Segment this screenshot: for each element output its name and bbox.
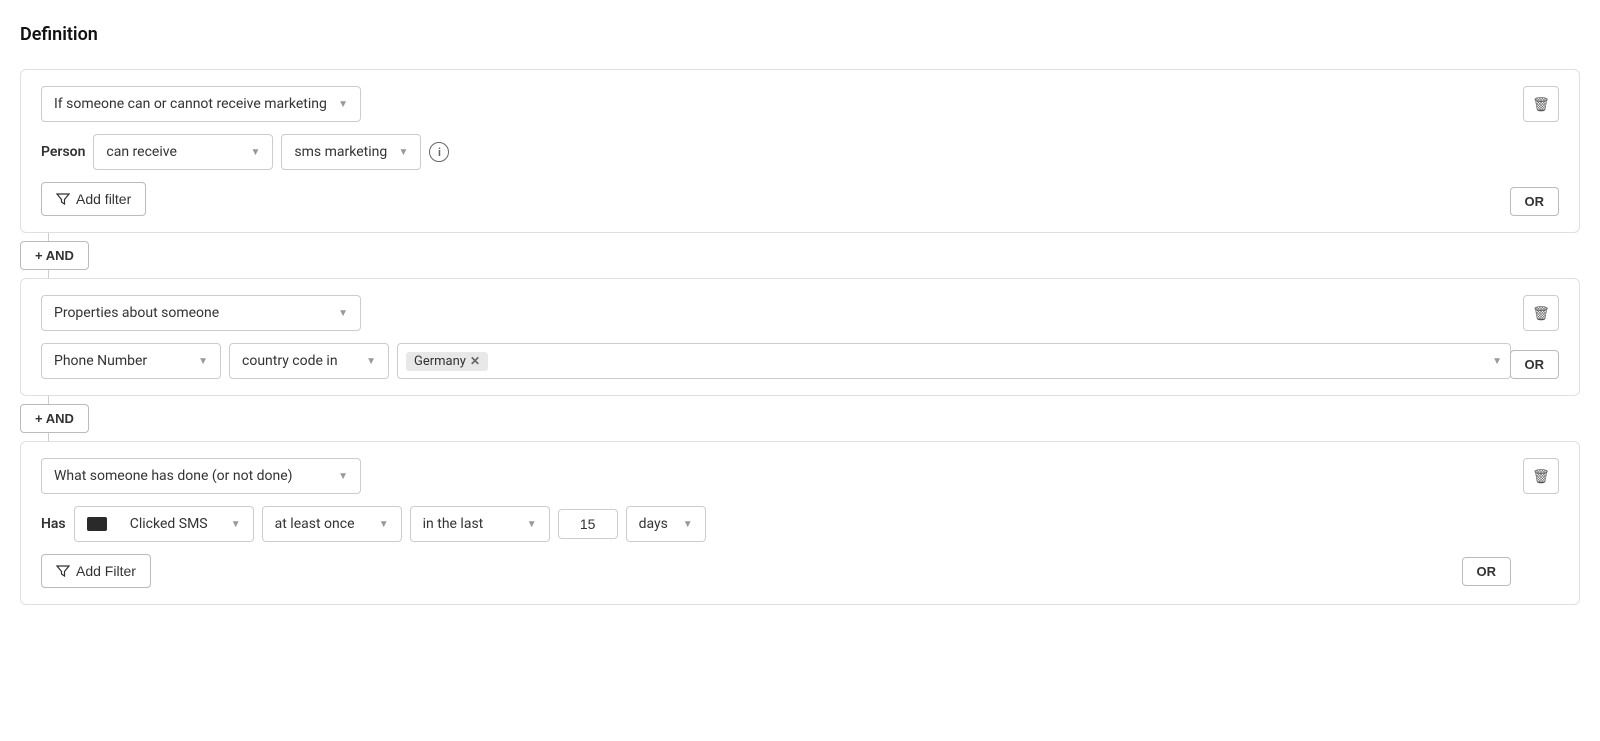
chevron-down-icon: ▼ [399, 147, 409, 158]
delete-block-1-button[interactable]: 🗑 [1523, 86, 1559, 122]
chevron-down-icon: ▼ [683, 519, 693, 530]
country-code-dropdown[interactable]: country code in ▼ [229, 343, 389, 379]
has-label: Has [41, 516, 66, 532]
or-button-1[interactable]: OR [1510, 187, 1560, 216]
and-button-1[interactable]: + AND [20, 241, 89, 270]
trash-icon: 🗑 [1532, 305, 1550, 322]
add-filter-button-3[interactable]: Add Filter [41, 554, 151, 588]
country-tag-select[interactable]: Germany ✕ ▼ [397, 343, 1511, 379]
person-label: Person [41, 144, 85, 160]
days-dropdown[interactable]: days ▼ [626, 506, 706, 542]
and-connector-2: + AND [20, 396, 1580, 441]
chevron-down-icon: ▼ [338, 308, 348, 319]
or-button-3[interactable]: OR [1462, 557, 1512, 586]
chevron-down-icon: ▼ [251, 147, 261, 158]
info-icon[interactable]: i [429, 142, 449, 162]
and-connector-1: + AND [20, 233, 1580, 278]
chevron-down-icon: ▼ [379, 519, 389, 530]
delete-block-2-button[interactable]: 🗑 [1523, 295, 1559, 331]
phone-number-dropdown[interactable]: Phone Number ▼ [41, 343, 221, 379]
chevron-down-icon: ▼ [231, 519, 241, 530]
or-button-2[interactable]: OR [1510, 350, 1560, 379]
marketing-condition-dropdown[interactable]: If someone can or cannot receive marketi… [41, 86, 361, 122]
trash-icon: 🗑 [1532, 468, 1550, 485]
properties-dropdown[interactable]: Properties about someone ▼ [41, 295, 361, 331]
chevron-down-icon: ▼ [338, 471, 348, 482]
sms-icon [87, 517, 107, 531]
delete-block-3-button[interactable]: 🗑 [1523, 458, 1559, 494]
condition-block-3: What someone has done (or not done) ▼ Ha… [20, 441, 1580, 605]
clicked-sms-dropdown[interactable]: Clicked SMS ▼ [74, 506, 254, 542]
add-filter-button[interactable]: Add filter [41, 182, 146, 216]
page-title: Definition [20, 24, 1580, 45]
number-input[interactable] [558, 509, 618, 539]
condition-block-1: If someone can or cannot receive marketi… [20, 69, 1580, 233]
remove-tag-icon[interactable]: ✕ [470, 354, 480, 368]
can-receive-dropdown[interactable]: can receive ▼ [93, 134, 273, 170]
filter-icon [56, 192, 70, 206]
trash-icon: 🗑 [1532, 96, 1550, 113]
germany-tag: Germany ✕ [406, 352, 488, 371]
chevron-down-icon: ▼ [338, 99, 348, 110]
sms-marketing-dropdown[interactable]: sms marketing ▼ [281, 134, 421, 170]
what-done-dropdown[interactable]: What someone has done (or not done) ▼ [41, 458, 361, 494]
filter-icon [56, 564, 70, 578]
in-the-last-dropdown[interactable]: in the last ▼ [410, 506, 550, 542]
condition-block-2: Properties about someone ▼ Phone Number … [20, 278, 1580, 396]
at-least-once-dropdown[interactable]: at least once ▼ [262, 506, 402, 542]
chevron-down-icon: ▼ [527, 519, 537, 530]
chevron-down-icon: ▼ [366, 356, 376, 367]
and-button-2[interactable]: + AND [20, 404, 89, 433]
chevron-down-icon: ▼ [198, 356, 208, 367]
chevron-down-icon: ▼ [1492, 356, 1502, 367]
